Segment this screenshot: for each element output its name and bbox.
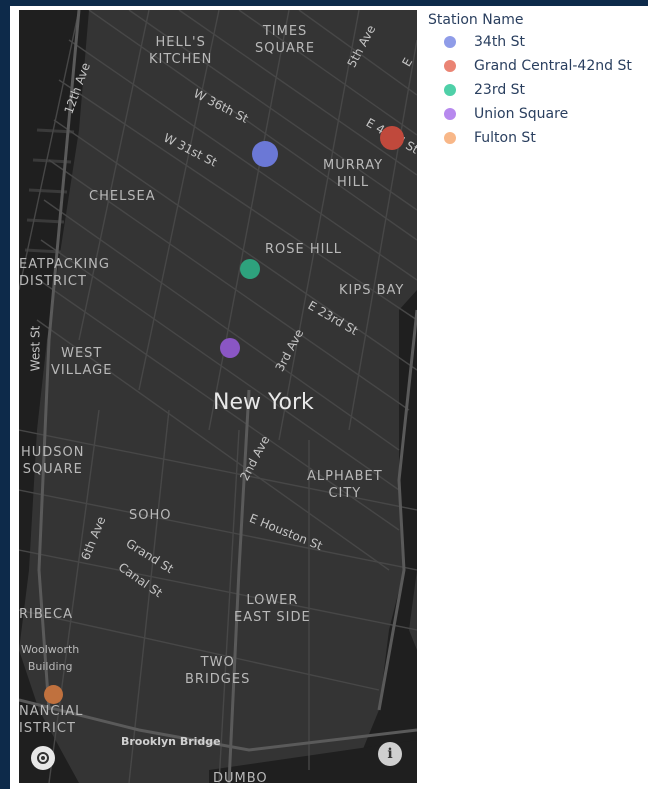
legend-marker: [444, 84, 456, 96]
legend-marker: [444, 132, 456, 144]
label-soho: SOHO: [129, 508, 172, 523]
label-west-village: WEST VILLAGE: [51, 346, 113, 378]
label-lower-east-side: LOWER EAST SIDE: [234, 593, 311, 625]
info-glyph: i: [387, 746, 393, 762]
legend-item-34th-st[interactable]: 34th St: [428, 30, 632, 54]
label-tribeca: RIBECA: [19, 607, 73, 622]
legend-label: 34th St: [474, 34, 526, 50]
station-marker-grand-central[interactable]: [380, 126, 404, 150]
label-murray-hill: MURRAY HILL: [323, 158, 384, 190]
legend-label: Grand Central-42nd St: [474, 58, 632, 74]
legend-label: Union Square: [474, 106, 569, 122]
station-marker-union-square[interactable]: [220, 338, 240, 358]
label-dumbo: DUMBO: [213, 771, 268, 783]
label-hudson-square: HUDSON SQUARE: [21, 445, 85, 477]
map-view[interactable]: HELL'S KITCHEN TIMES SQUARE CHELSEA MURRAY…: [19, 10, 417, 783]
legend-marker: [444, 108, 456, 120]
legend-marker: [444, 36, 456, 48]
legend-item-23rd-st[interactable]: 23rd St: [428, 78, 632, 102]
label-meatpacking: EATPACKING DISTRICT: [19, 257, 110, 289]
label-rose-hill: ROSE HILL: [265, 242, 342, 257]
label-chelsea: CHELSEA: [89, 189, 156, 204]
station-marker-fulton-st[interactable]: [44, 685, 63, 704]
label-city: New York: [213, 390, 314, 415]
info-icon[interactable]: i: [378, 742, 402, 766]
label-times-square: TIMES SQUARE: [255, 24, 316, 56]
legend: Station Name 34th St Grand Central-42nd …: [428, 12, 632, 150]
label-alphabet-city: ALPHABET CITY: [307, 469, 383, 501]
legend-label: Fulton St: [474, 130, 536, 146]
legend-item-union-square[interactable]: Union Square: [428, 102, 632, 126]
legend-item-fulton-st[interactable]: Fulton St: [428, 126, 632, 150]
label-woolworth: Woolworth Building: [21, 643, 80, 673]
station-marker-34th-st[interactable]: [252, 141, 278, 167]
label-kips-bay: KIPS BAY: [339, 283, 405, 298]
label-brooklyn-bridge: Brooklyn Bridge: [121, 735, 221, 748]
label-hells-kitchen: HELL'S KITCHEN: [149, 35, 213, 67]
legend-item-grand-central[interactable]: Grand Central-42nd St: [428, 54, 632, 78]
mapbox-logo-icon[interactable]: [31, 746, 55, 770]
legend-label: 23rd St: [474, 82, 526, 98]
street-west-st: West St: [28, 325, 43, 372]
label-financial-district: NANCIAL ISTRICT: [19, 704, 84, 736]
legend-marker: [444, 60, 456, 72]
legend-title: Station Name: [428, 12, 524, 28]
label-two-bridges: TWO BRIDGES: [185, 655, 251, 687]
station-marker-23rd-st[interactable]: [240, 259, 260, 279]
